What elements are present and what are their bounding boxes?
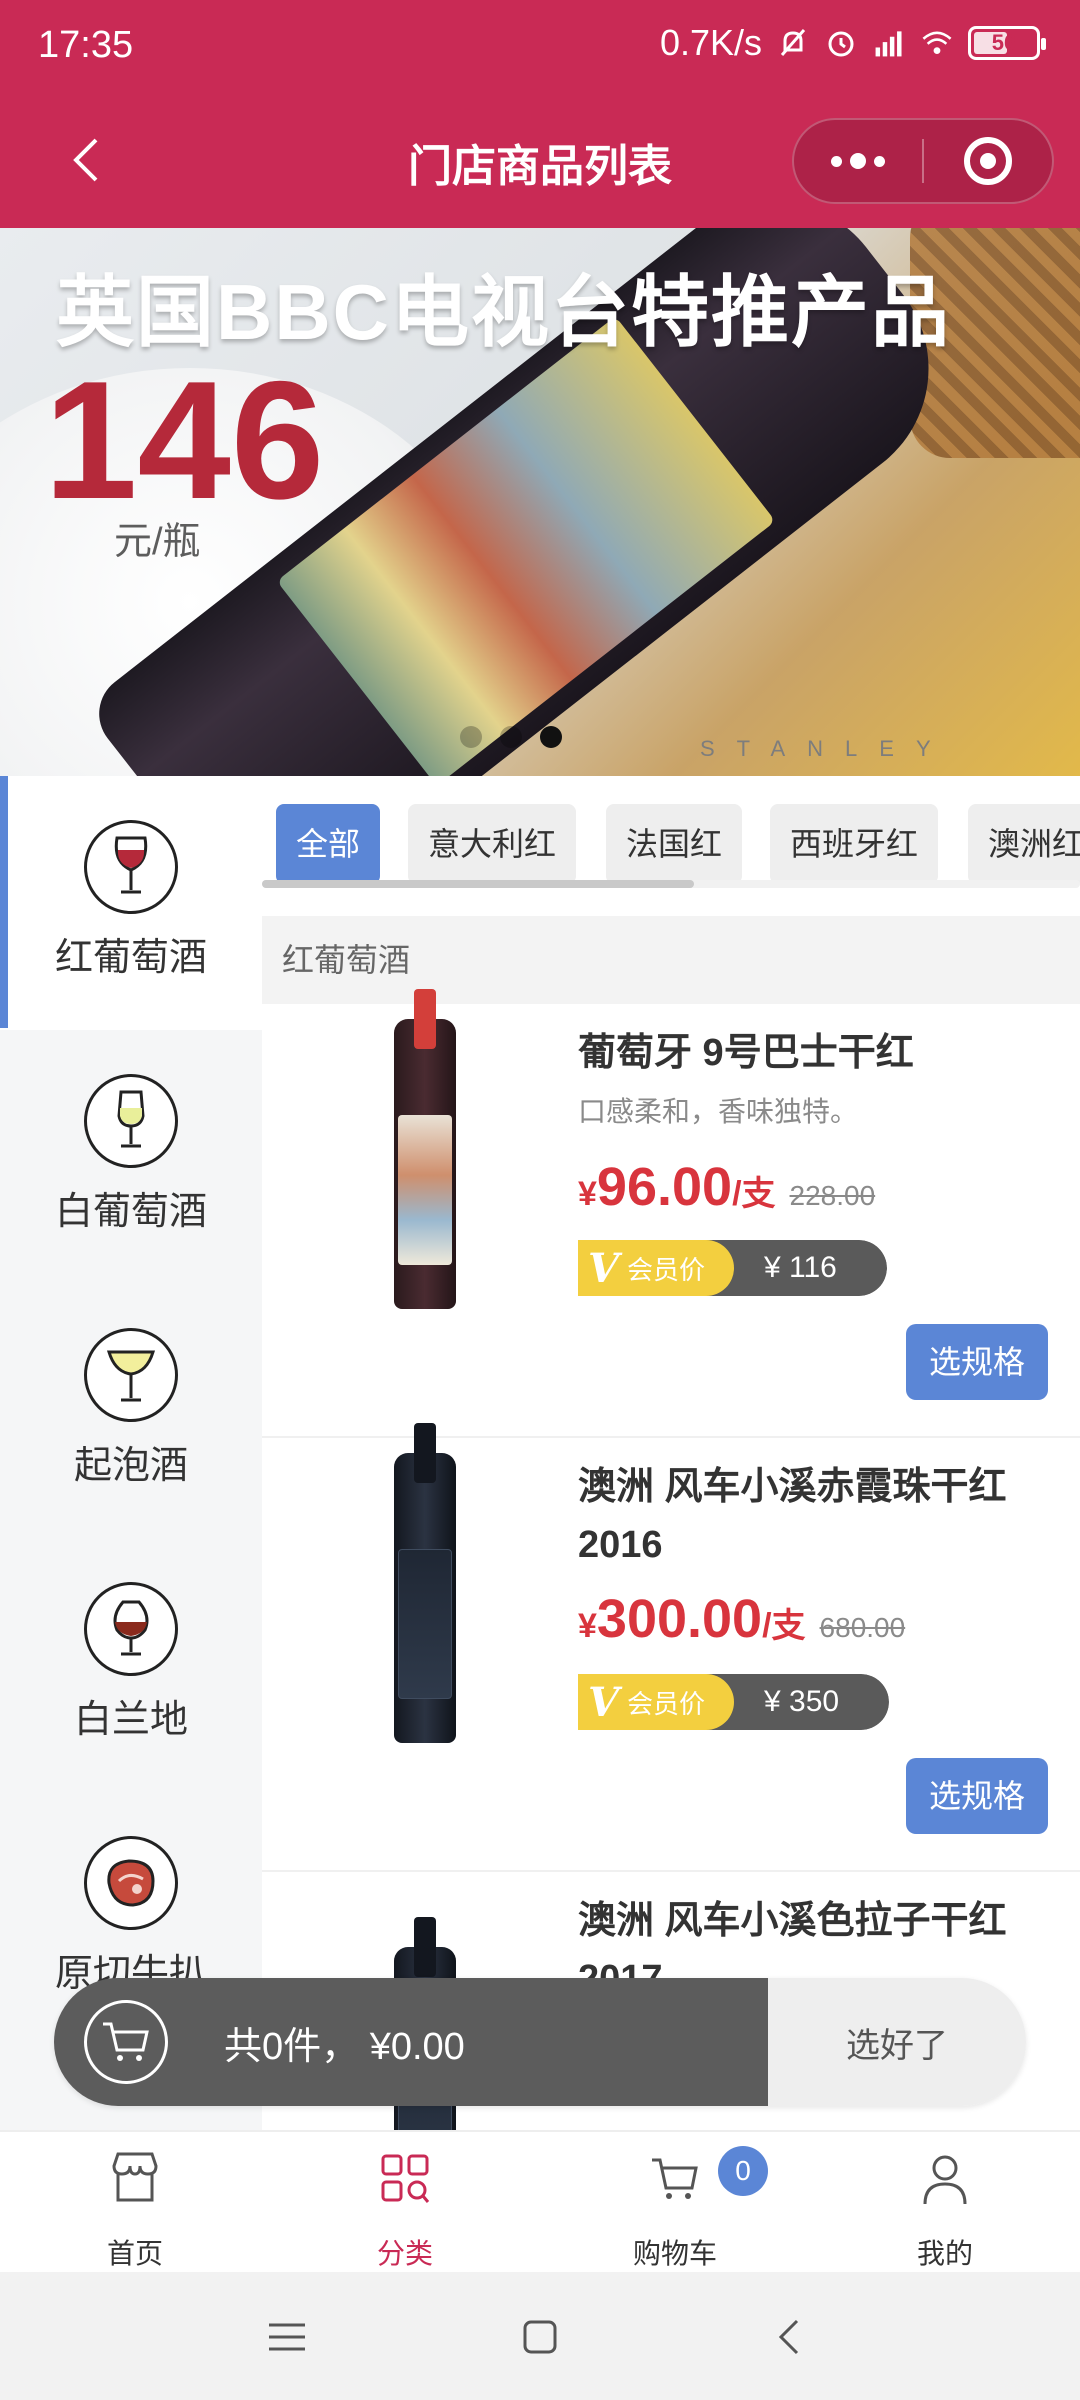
cart-summary-area[interactable]: 共0件， ¥0.00: [54, 1978, 768, 2106]
wifi-icon: [920, 26, 954, 60]
banner-price: 146: [44, 346, 325, 534]
cart-icon[interactable]: [84, 2000, 168, 2084]
sidebar-item-red-wine[interactable]: 红葡萄酒: [0, 776, 262, 1030]
cart-bar: 共0件， ¥0.00 选好了: [54, 1978, 1026, 2106]
system-navigation-bar: [0, 2272, 1080, 2400]
sidebar-item-sparkling[interactable]: 起泡酒: [0, 1284, 262, 1538]
product-price: ¥ 300.00 /支 680.00: [578, 1589, 906, 1649]
sidebar-item-label: 白兰地: [73, 1699, 188, 1741]
tab-french-red[interactable]: 法国红: [606, 804, 743, 884]
sparkling-glass-icon: [84, 1328, 178, 1422]
white-wine-glass-icon: [84, 1074, 178, 1168]
confirm-selection-button[interactable]: 选好了: [768, 1978, 1026, 2106]
cart-summary: 共0件， ¥0.00: [224, 2025, 465, 2068]
tabbar-item-cart[interactable]: 0 购物车: [540, 2132, 810, 2272]
select-spec-button[interactable]: 选规格: [906, 1758, 1048, 1834]
product-name: 葡萄牙 9号巴士干红: [578, 1032, 914, 1074]
home-icon[interactable]: [505, 2302, 575, 2372]
tabbar-label: 购物车: [632, 2238, 717, 2269]
tabbar-label: 我的: [916, 2238, 973, 2269]
category-grid-icon: [381, 2154, 430, 2203]
battery-icon: 56: [968, 26, 1046, 60]
select-spec-button[interactable]: 选规格: [906, 1324, 1048, 1400]
status-icons: 0.7K/s 56: [659, 22, 1046, 64]
tab-australian-red[interactable]: 澳洲红: [968, 804, 1080, 884]
promo-banner[interactable]: 英国BBC电视台特推产品 146 元/瓶 STANLEY: [0, 228, 1080, 776]
subcategory-tabs: 全部 意大利红 法国红 西班牙红 澳洲红: [262, 800, 1080, 890]
tab-scroll-thumb[interactable]: [262, 880, 694, 888]
banner-brand: STANLEY: [700, 736, 953, 761]
product-card[interactable]: 澳洲 风车小溪赤霞珠干红 2016 ¥ 300.00 /支 680.00 V 会员…: [262, 1423, 1080, 1872]
menu-icon[interactable]: [252, 2302, 322, 2372]
vip-v-icon: V: [588, 1678, 620, 1726]
hd-signal-icon: [872, 26, 906, 60]
sidebar-item-label: 白葡萄酒: [54, 1191, 207, 1233]
banner-dot[interactable]: [500, 726, 522, 748]
product-price: ¥ 96.00 /支 228.00: [578, 1157, 876, 1217]
red-wine-glass-icon: [84, 820, 178, 914]
banner-unit: 元/瓶: [114, 521, 201, 563]
product-image[interactable]: [282, 989, 568, 1314]
original-price: 228.00: [789, 1180, 876, 1211]
product-card[interactable]: 葡萄牙 9号巴士干红 口感柔和，香味独特。 ¥ 96.00 /支 228.00 …: [262, 989, 1080, 1438]
mute-icon: [776, 26, 810, 60]
sidebar-item-label: 起泡酒: [73, 1445, 188, 1487]
brandy-glass-icon: [84, 1582, 178, 1676]
cart-icon: [652, 2158, 698, 2199]
tab-spanish-red[interactable]: 西班牙红: [770, 804, 939, 884]
tab-all[interactable]: 全部: [276, 804, 381, 884]
vip-v-icon: V: [588, 1244, 620, 1292]
product-name: 澳洲 风车小溪赤霞珠干红 2016: [578, 1466, 1007, 1566]
more-dots-icon[interactable]: [794, 118, 922, 204]
cart-count-badge: 0: [718, 2146, 768, 2196]
back-icon[interactable]: [756, 2302, 826, 2372]
category-subhead: 红葡萄酒: [262, 916, 1080, 1004]
original-price: 680.00: [819, 1612, 906, 1643]
target-circle-icon[interactable]: [924, 118, 1052, 204]
category-sidebar: 红葡萄酒 白葡萄酒 起泡酒 白兰地 原切牛扒: [0, 776, 262, 2130]
banner-dot[interactable]: [460, 726, 482, 748]
steak-icon: [84, 1836, 178, 1930]
banner-pagination: [460, 726, 562, 748]
vip-price-tag: V 会员价 ¥ 350: [578, 1674, 890, 1730]
wine-bottle-image: [394, 989, 456, 1309]
tabbar-label: 分类: [376, 2238, 433, 2269]
user-icon: [923, 2155, 967, 2205]
product-image[interactable]: [282, 1423, 568, 1748]
app-header: 17:35 0.7K/s 56 门店商品列表: [0, 0, 1080, 228]
tabbar-item-home[interactable]: 首页: [0, 2132, 270, 2272]
sidebar-item-label: 红葡萄酒: [54, 937, 207, 979]
tabbar-item-category[interactable]: 分类: [270, 2132, 540, 2272]
network-speed: 0.7K/s: [659, 22, 762, 63]
sidebar-item-brandy[interactable]: 白兰地: [0, 1538, 262, 1792]
mini-program-capsule: [792, 118, 1054, 204]
store-icon: [112, 2152, 158, 2202]
product-desc: 口感柔和，香味独特。: [578, 1096, 859, 1127]
wine-bottle-image: [394, 1423, 456, 1743]
tabbar-label: 首页: [106, 2238, 163, 2269]
tab-italian-red[interactable]: 意大利红: [408, 804, 577, 884]
tabbar-item-mine[interactable]: 我的: [810, 2132, 1080, 2272]
sidebar-item-white-wine[interactable]: 白葡萄酒: [0, 1030, 262, 1284]
banner-dot-active[interactable]: [540, 726, 562, 748]
bottom-tabbar: 首页 分类 0 购物车 我的: [0, 2130, 1080, 2270]
alarm-icon: [824, 26, 858, 60]
vip-price-tag: V 会员价 ¥ 116: [578, 1240, 887, 1296]
status-time: 17:35: [38, 24, 134, 66]
